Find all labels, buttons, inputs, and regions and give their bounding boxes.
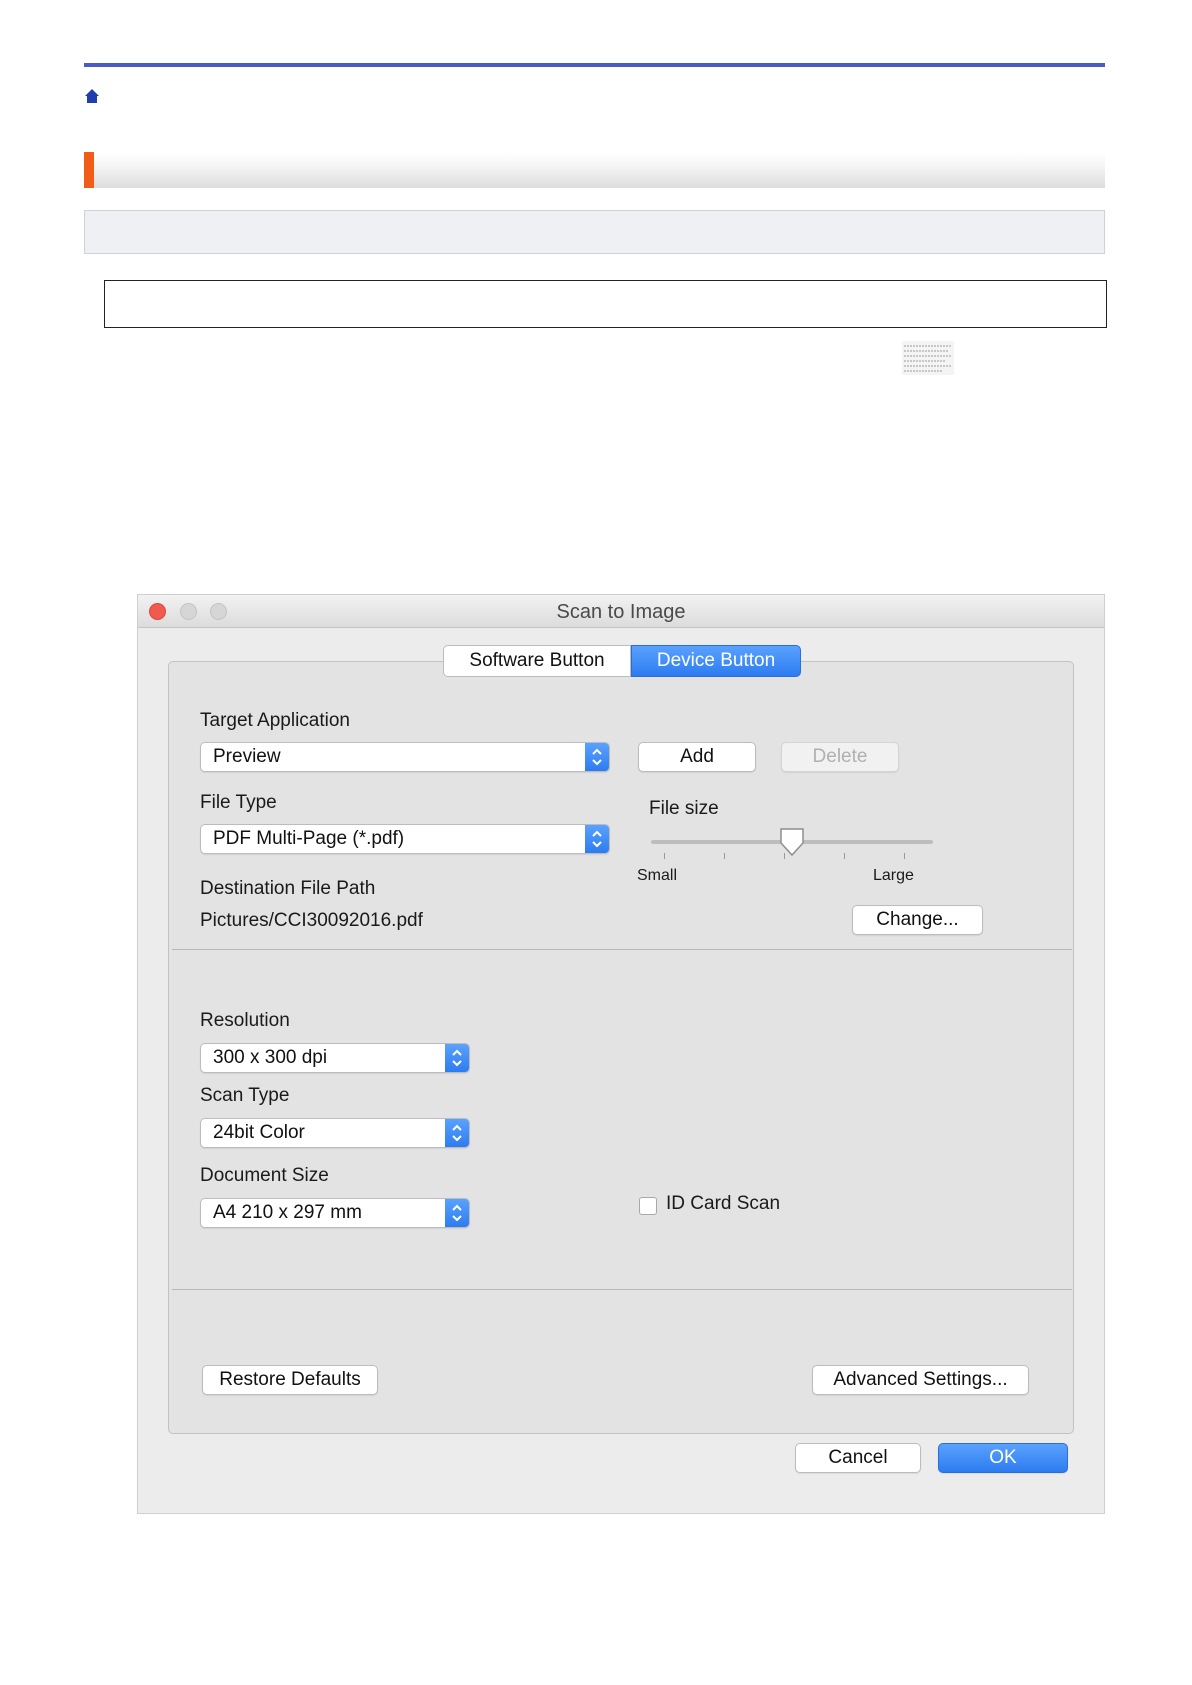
- slider-tick: [844, 853, 845, 859]
- ok-button[interactable]: OK: [938, 1443, 1068, 1473]
- target-application-label: Target Application: [200, 710, 350, 731]
- separator: [172, 1289, 1072, 1290]
- slider-tick: [724, 853, 725, 859]
- title-bar[interactable]: Scan to Image: [138, 595, 1104, 628]
- chevron-updown-icon: [585, 825, 609, 853]
- section-heading-accent: [84, 152, 94, 188]
- target-application-select[interactable]: Preview: [200, 742, 610, 772]
- add-button[interactable]: Add: [638, 742, 756, 772]
- home-icon[interactable]: [84, 88, 100, 104]
- info-box: [84, 210, 1105, 254]
- chevron-updown-icon: [445, 1044, 469, 1072]
- file-size-large-label: Large: [873, 867, 914, 884]
- file-type-select[interactable]: PDF Multi-Page (*.pdf): [200, 824, 610, 854]
- dialog-thumbnail-icon: [902, 341, 954, 375]
- scan-type-select[interactable]: 24bit Color: [200, 1118, 470, 1148]
- document-size-value: A4 210 x 297 mm: [213, 1202, 362, 1223]
- section-heading-bar: [84, 152, 1105, 188]
- file-type-label: File Type: [200, 792, 277, 813]
- id-card-scan-label[interactable]: ID Card Scan: [666, 1193, 780, 1215]
- slider-tick: [904, 853, 905, 859]
- tab-device-button[interactable]: Device Button: [631, 645, 801, 677]
- window-title: Scan to Image: [556, 601, 686, 623]
- change-button[interactable]: Change...: [852, 905, 983, 935]
- separator: [172, 949, 1072, 950]
- chevron-updown-icon: [445, 1119, 469, 1147]
- file-size-label: File size: [649, 798, 719, 819]
- slider-tick: [664, 853, 665, 859]
- resolution-value: 300 x 300 dpi: [213, 1047, 328, 1068]
- target-application-value: Preview: [213, 746, 281, 767]
- resolution-select[interactable]: 300 x 300 dpi: [200, 1043, 470, 1073]
- file-size-slider-knob[interactable]: [779, 827, 805, 857]
- id-card-scan-checkbox[interactable]: [639, 1197, 657, 1215]
- header-rule: [84, 63, 1105, 67]
- scan-type-value: 24bit Color: [213, 1122, 305, 1143]
- destination-path-value: Pictures/CCI30092016.pdf: [200, 910, 423, 931]
- destination-path-label: Destination File Path: [200, 878, 376, 899]
- document-size-label: Document Size: [200, 1165, 329, 1186]
- scan-type-label: Scan Type: [200, 1085, 290, 1106]
- scan-to-image-window: Scan to Image Target Application Preview…: [137, 594, 1105, 1514]
- chevron-updown-icon: [585, 743, 609, 771]
- delete-button[interactable]: Delete: [781, 742, 899, 772]
- advanced-settings-button[interactable]: Advanced Settings...: [812, 1365, 1029, 1395]
- restore-defaults-button[interactable]: Restore Defaults: [202, 1365, 378, 1395]
- document-size-select[interactable]: A4 210 x 297 mm: [200, 1198, 470, 1228]
- tab-software-button[interactable]: Software Button: [443, 645, 631, 677]
- file-size-small-label: Small: [637, 867, 678, 884]
- settings-panel: Target Application Preview Add Delete Fi…: [168, 661, 1074, 1434]
- file-type-value: PDF Multi-Page (*.pdf): [213, 828, 405, 849]
- chevron-updown-icon: [445, 1199, 469, 1227]
- resolution-label: Resolution: [200, 1010, 290, 1031]
- cancel-button[interactable]: Cancel: [795, 1443, 921, 1473]
- outlined-box: [104, 280, 1107, 328]
